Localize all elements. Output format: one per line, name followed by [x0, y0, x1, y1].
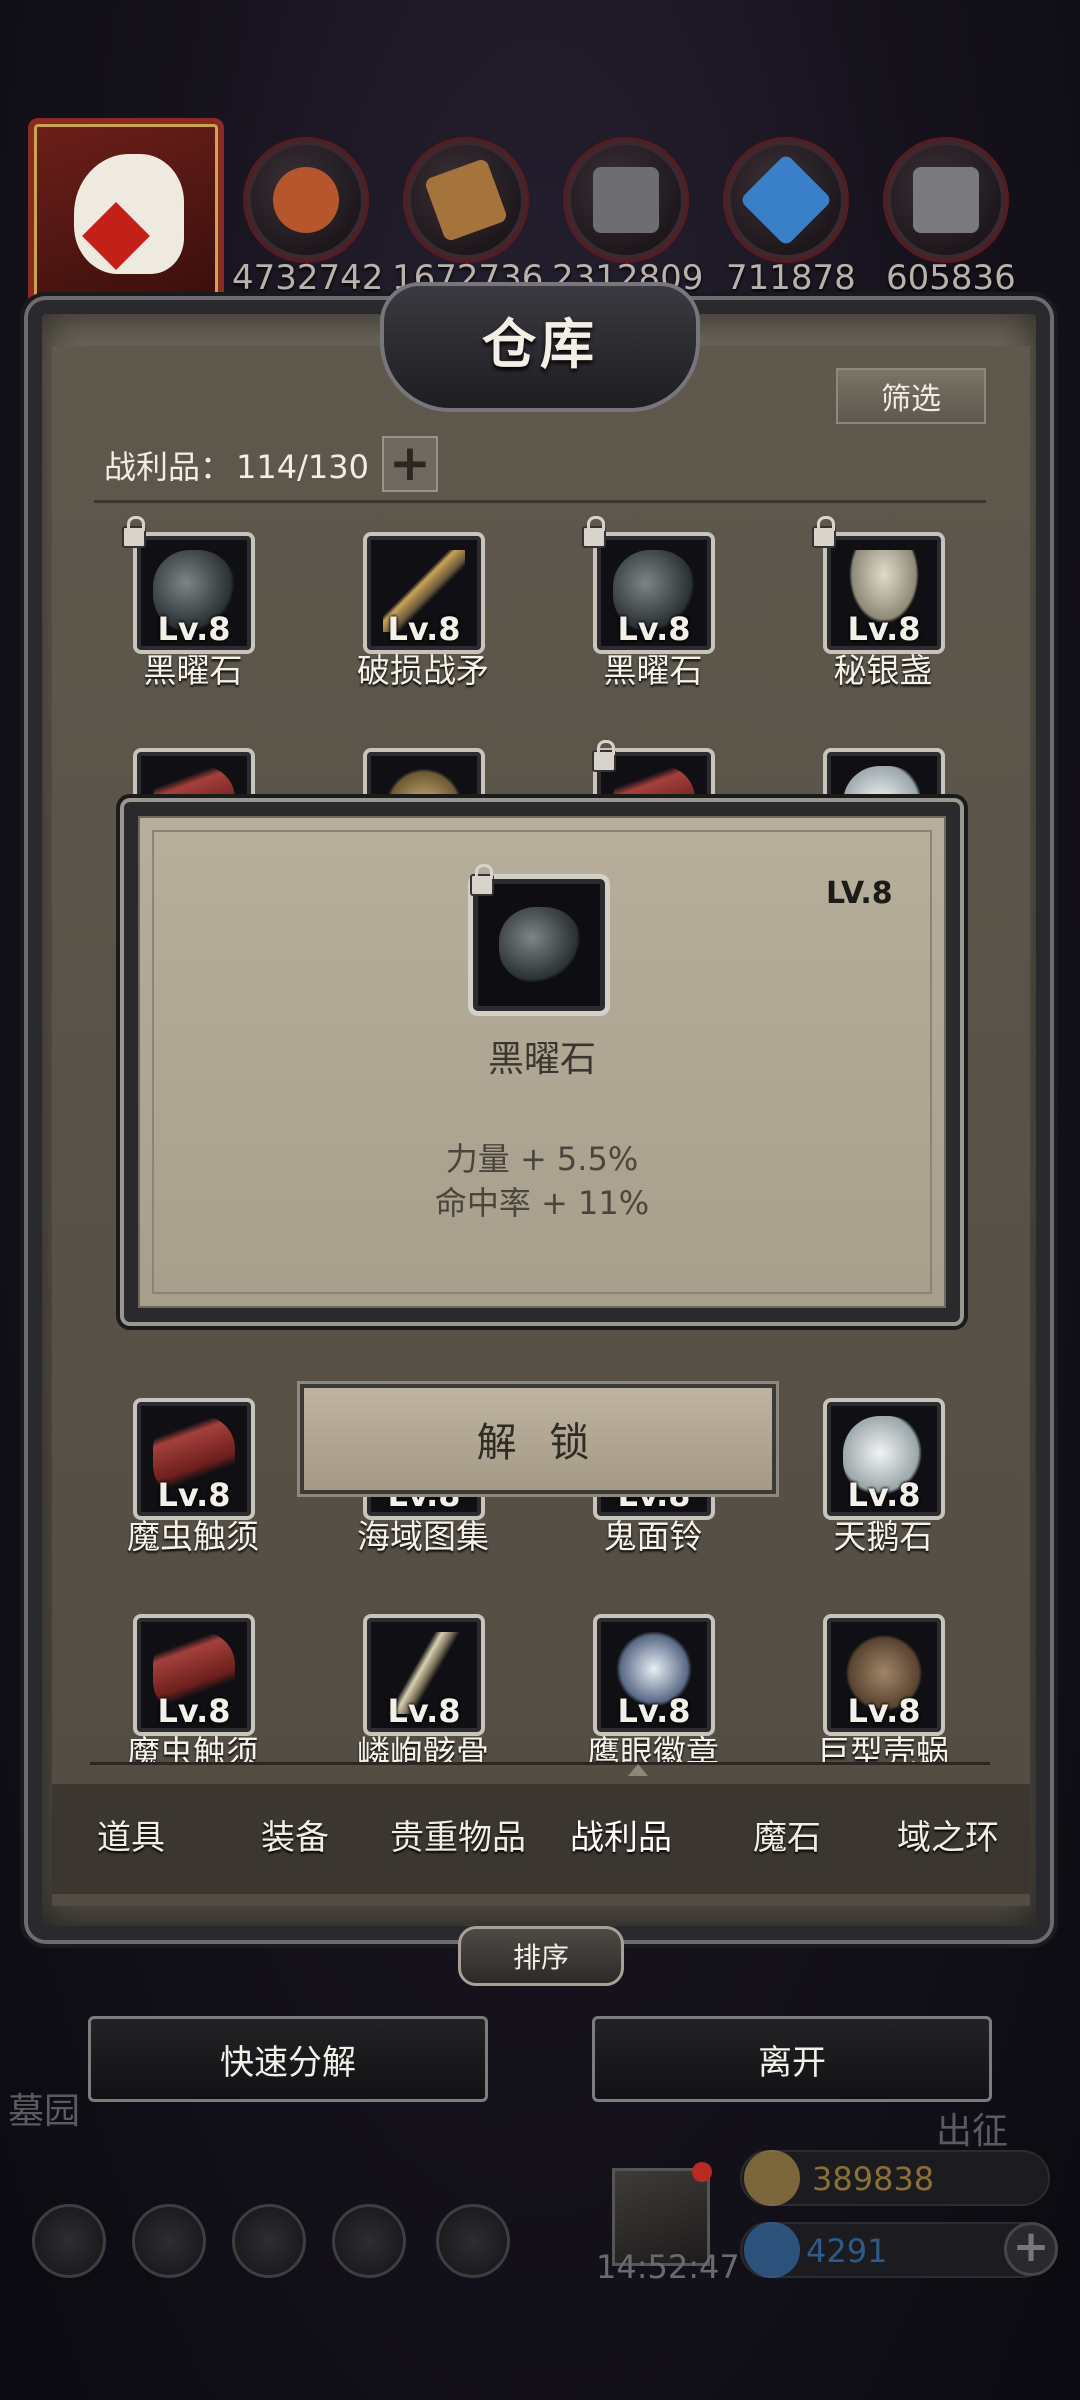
sort-button[interactable]: 排序	[458, 1926, 624, 1986]
active-tab-caret-icon	[628, 1764, 648, 1776]
item-slot[interactable]: Lv.8 魔虫触须	[78, 1398, 308, 1558]
item-level: Lv.8	[617, 1692, 691, 1730]
item-slot[interactable]: Lv.8 秘银盏	[768, 516, 998, 692]
item-name: 秘银盏	[833, 651, 933, 690]
item-name: 黑曜石	[603, 651, 703, 690]
filter-button[interactable]: 筛选	[836, 368, 986, 424]
tab-equipment[interactable]: 装备	[220, 1810, 370, 1859]
star-icon[interactable]	[132, 2204, 206, 2278]
item-slot[interactable]: Lv.8 破损战矛	[308, 532, 538, 692]
lock-icon	[470, 864, 494, 896]
guild-icon[interactable]	[436, 2204, 510, 2278]
meat-value: 4732742	[232, 258, 384, 298]
popup-item-level: LV.8	[826, 876, 893, 911]
gift-timer: 14:52:47	[596, 2248, 740, 2286]
crystal-value: 711878	[726, 258, 856, 298]
lock-icon	[122, 516, 146, 548]
item-level: Lv.8	[847, 610, 921, 648]
divider	[94, 500, 986, 503]
item-level: Lv.8	[847, 1476, 921, 1514]
popup-stat-accuracy: 命中率 + 11%	[434, 1184, 650, 1222]
gem-value: 4291	[806, 2232, 888, 2270]
notification-dot	[692, 2162, 712, 2182]
crystal-resource-icon[interactable]	[726, 140, 846, 260]
mail-icon[interactable]	[332, 2204, 406, 2278]
item-slot[interactable]: Lv.8 嶙峋骸骨	[308, 1614, 538, 1764]
item-name: 嶙峋骸骨	[357, 1733, 489, 1764]
graveyard-label[interactable]: 墓园	[8, 2082, 80, 2134]
unlock-button[interactable]: 解 锁	[300, 1384, 776, 1494]
loot-capacity: 战利品： 114/130	[104, 442, 373, 488]
stone-resource-icon[interactable]	[566, 140, 686, 260]
tab-domain-rings[interactable]: 域之环	[872, 1810, 1024, 1859]
item-level: Lv.8	[847, 1692, 921, 1730]
popup-stat-strength: 力量 + 5.5%	[445, 1140, 639, 1178]
popup-item-name: 黑曜石	[487, 1039, 596, 1080]
loot-count: 114/130	[236, 448, 369, 486]
gem-icon	[744, 2222, 800, 2278]
item-level: Lv.8	[387, 1692, 461, 1730]
loot-label: 战利品：	[104, 448, 233, 486]
tab-items[interactable]: 道具	[56, 1810, 206, 1859]
add-gems-icon[interactable]: +	[1004, 2222, 1058, 2276]
tab-magic-stones[interactable]: 魔石	[712, 1810, 862, 1859]
item-name: 鹰眼徽章	[587, 1733, 719, 1764]
obsidian-icon	[499, 907, 581, 983]
item-slot[interactable]: Lv.8 魔虫触须	[78, 1614, 308, 1764]
hero-icon[interactable]	[232, 2204, 306, 2278]
item-slot[interactable]: Lv.8 天鹅石	[768, 1398, 998, 1558]
item-level: Lv.8	[157, 610, 231, 648]
iron-resource-icon[interactable]	[886, 140, 1006, 260]
item-name: 鬼面铃	[603, 1517, 703, 1556]
horse-icon	[74, 154, 184, 274]
item-level: Lv.8	[617, 610, 691, 648]
item-level: Lv.8	[157, 1476, 231, 1514]
iron-value: 605836	[886, 258, 1016, 298]
lock-icon	[582, 516, 606, 548]
leave-button[interactable]: 离开	[592, 2016, 992, 2102]
quick-decompose-button[interactable]: 快速分解	[88, 2016, 488, 2102]
warehouse-title: 仓库	[482, 313, 598, 376]
lock-icon	[592, 740, 616, 772]
lock-icon	[812, 516, 836, 548]
expedition-label[interactable]: 出征	[936, 2102, 1008, 2154]
item-name: 天鹅石	[833, 1517, 933, 1556]
wood-resource-icon[interactable]	[406, 140, 526, 260]
gold-coin-icon	[744, 2150, 800, 2206]
item-name: 魔虫触须	[127, 1517, 259, 1556]
tabs-divider	[90, 1762, 990, 1765]
player-avatar[interactable]	[28, 118, 224, 306]
item-name: 魔虫触须	[127, 1733, 259, 1764]
item-level: Lv.8	[387, 610, 461, 648]
plus-icon[interactable]: +	[382, 436, 438, 492]
item-name: 海域图集	[357, 1517, 489, 1556]
item-slot[interactable]: Lv.8 黑曜石	[78, 516, 308, 692]
item-name: 黑曜石	[143, 651, 243, 690]
item-slot[interactable]: Lv.8 黑曜石	[538, 516, 768, 692]
item-name: 破损战矛	[357, 651, 489, 690]
item-name: 巨型壳蜗	[817, 1733, 949, 1764]
gold-value: 389838	[812, 2160, 935, 2198]
tab-loot[interactable]: 战利品	[546, 1810, 696, 1859]
settings-icon[interactable]	[32, 2204, 106, 2278]
meat-resource-icon[interactable]	[246, 140, 366, 260]
item-slot[interactable]: Lv.8 巨型壳蜗	[768, 1614, 998, 1764]
item-level: Lv.8	[157, 1692, 231, 1730]
tab-valuables[interactable]: 贵重物品	[378, 1810, 538, 1859]
item-slot[interactable]: Lv.8 鹰眼徽章	[538, 1614, 768, 1764]
